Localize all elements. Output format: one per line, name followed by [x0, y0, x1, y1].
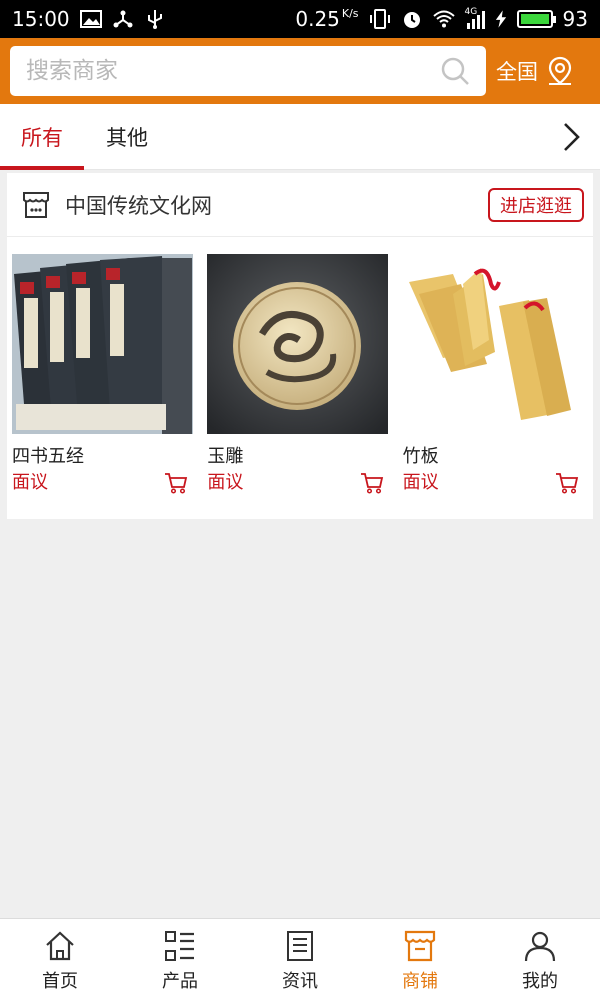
bottom-navigation: 首页 产品 资讯 商铺 我的: [0, 918, 600, 1000]
store-icon: [23, 191, 49, 218]
shop-card: 中国传统文化网 进店逛逛 四书五经 面议 玉雕 面议 竹板 面议: [7, 173, 593, 519]
charging-icon: [495, 10, 506, 28]
status-bar: 15:00 0.25 K/s 4G 93: [0, 0, 600, 38]
chevron-right-icon[interactable]: [556, 121, 586, 153]
cart-icon[interactable]: [360, 472, 384, 494]
nav-home[interactable]: 首页: [0, 919, 120, 1000]
product-name: 竹板: [402, 446, 439, 467]
share-icon: [113, 10, 133, 28]
tab-other[interactable]: 其他: [84, 104, 170, 170]
battery-level: 93: [562, 7, 588, 31]
product-list-icon: [165, 931, 194, 961]
network-speed: 0.25 K/s: [295, 7, 359, 31]
product-name: 玉雕: [207, 446, 244, 467]
search-input[interactable]: [26, 58, 440, 84]
battery-icon: [516, 10, 556, 28]
tab-all[interactable]: 所有: [0, 104, 84, 170]
product-card[interactable]: 四书五经 面议: [12, 254, 202, 494]
shop-name: 中国传统文化网: [65, 193, 212, 218]
nav-news[interactable]: 资讯: [240, 919, 360, 1000]
nav-label: 产品: [162, 971, 198, 992]
region-label: 全国: [496, 60, 538, 84]
visit-shop-button[interactable]: 进店逛逛: [488, 188, 584, 222]
cart-icon[interactable]: [555, 472, 579, 494]
product-name: 四书五经: [12, 446, 84, 467]
product-card[interactable]: 竹板 面议: [402, 254, 593, 494]
shop-icon: [404, 930, 436, 962]
product-card[interactable]: 玉雕 面议: [207, 254, 397, 494]
region-selector[interactable]: 全国: [496, 46, 596, 96]
nav-label: 资讯: [282, 971, 318, 992]
usb-icon: [147, 10, 162, 29]
vibrate-icon: [369, 9, 390, 29]
signal-icon: 4G: [465, 7, 485, 29]
tab-label: 所有: [21, 125, 63, 150]
status-left: 15:00: [12, 7, 166, 31]
nav-products[interactable]: 产品: [120, 919, 240, 1000]
search-header: 全国: [0, 38, 600, 104]
category-tabs: 所有 其他: [0, 104, 600, 170]
status-time: 15:00: [12, 7, 70, 31]
shop-header[interactable]: 中国传统文化网 进店逛逛: [7, 173, 593, 237]
home-icon: [46, 931, 74, 961]
tab-label: 其他: [106, 125, 148, 150]
product-image-book-set[interactable]: [12, 254, 193, 434]
product-image-jade-carving[interactable]: [207, 254, 389, 434]
search-box[interactable]: [10, 46, 486, 96]
product-list: 四书五经 面议 玉雕 面议 竹板 面议: [7, 254, 593, 494]
wifi-icon: [432, 10, 455, 28]
news-icon: [287, 931, 313, 961]
search-icon[interactable]: [440, 56, 470, 86]
status-right: 0.25 K/s 4G 93: [295, 7, 588, 31]
nav-shops[interactable]: 商铺: [360, 919, 480, 1000]
cart-icon[interactable]: [164, 472, 188, 494]
nav-mine[interactable]: 我的: [480, 919, 600, 1000]
nav-label: 商铺: [402, 971, 438, 992]
nav-label: 我的: [522, 971, 558, 992]
location-pin-icon: [548, 56, 572, 85]
alarm-icon: [403, 12, 420, 28]
product-image-bamboo-clappers[interactable]: [402, 254, 584, 434]
image-icon: [79, 10, 102, 28]
user-icon: [524, 931, 556, 962]
nav-label: 首页: [42, 971, 78, 992]
